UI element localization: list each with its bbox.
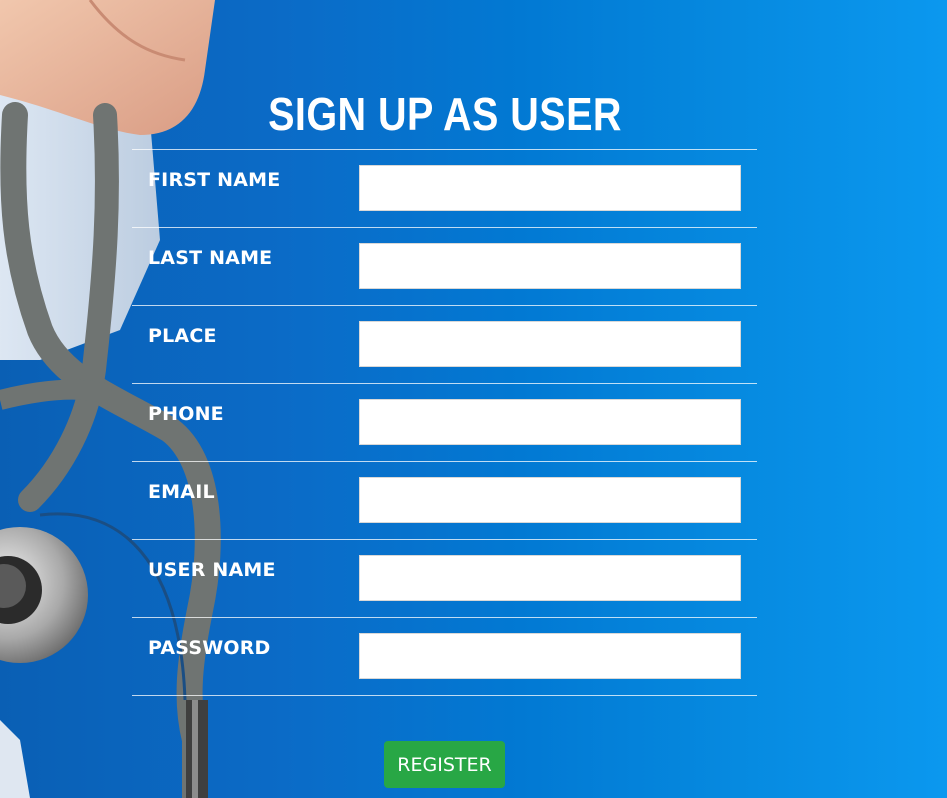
password-field[interactable]: [359, 633, 741, 679]
signup-form: FIRST NAME LAST NAME PLACE PHONE EMAIL U…: [132, 149, 757, 696]
password-label: PASSWORD: [148, 637, 271, 659]
first-name-label: FIRST NAME: [148, 169, 281, 191]
email-field[interactable]: [359, 477, 741, 523]
phone-field[interactable]: [359, 399, 741, 445]
last-name-field[interactable]: [359, 243, 741, 289]
form-row-email: EMAIL: [132, 461, 757, 539]
form-row-phone: PHONE: [132, 383, 757, 461]
first-name-field[interactable]: [359, 165, 741, 211]
form-row-first-name: FIRST NAME: [132, 149, 757, 227]
email-label: EMAIL: [148, 481, 215, 503]
form-row-password: PASSWORD: [132, 617, 757, 696]
last-name-label: LAST NAME: [148, 247, 273, 269]
user-name-field[interactable]: [359, 555, 741, 601]
phone-label: PHONE: [148, 403, 224, 425]
user-name-label: USER NAME: [148, 559, 276, 581]
form-row-place: PLACE: [132, 305, 757, 383]
place-field[interactable]: [359, 321, 741, 367]
page-title: SIGN UP AS USER: [268, 87, 622, 140]
register-button[interactable]: REGISTER: [384, 741, 505, 788]
form-row-last-name: LAST NAME: [132, 227, 757, 305]
form-row-user-name: USER NAME: [132, 539, 757, 617]
place-label: PLACE: [148, 325, 217, 347]
